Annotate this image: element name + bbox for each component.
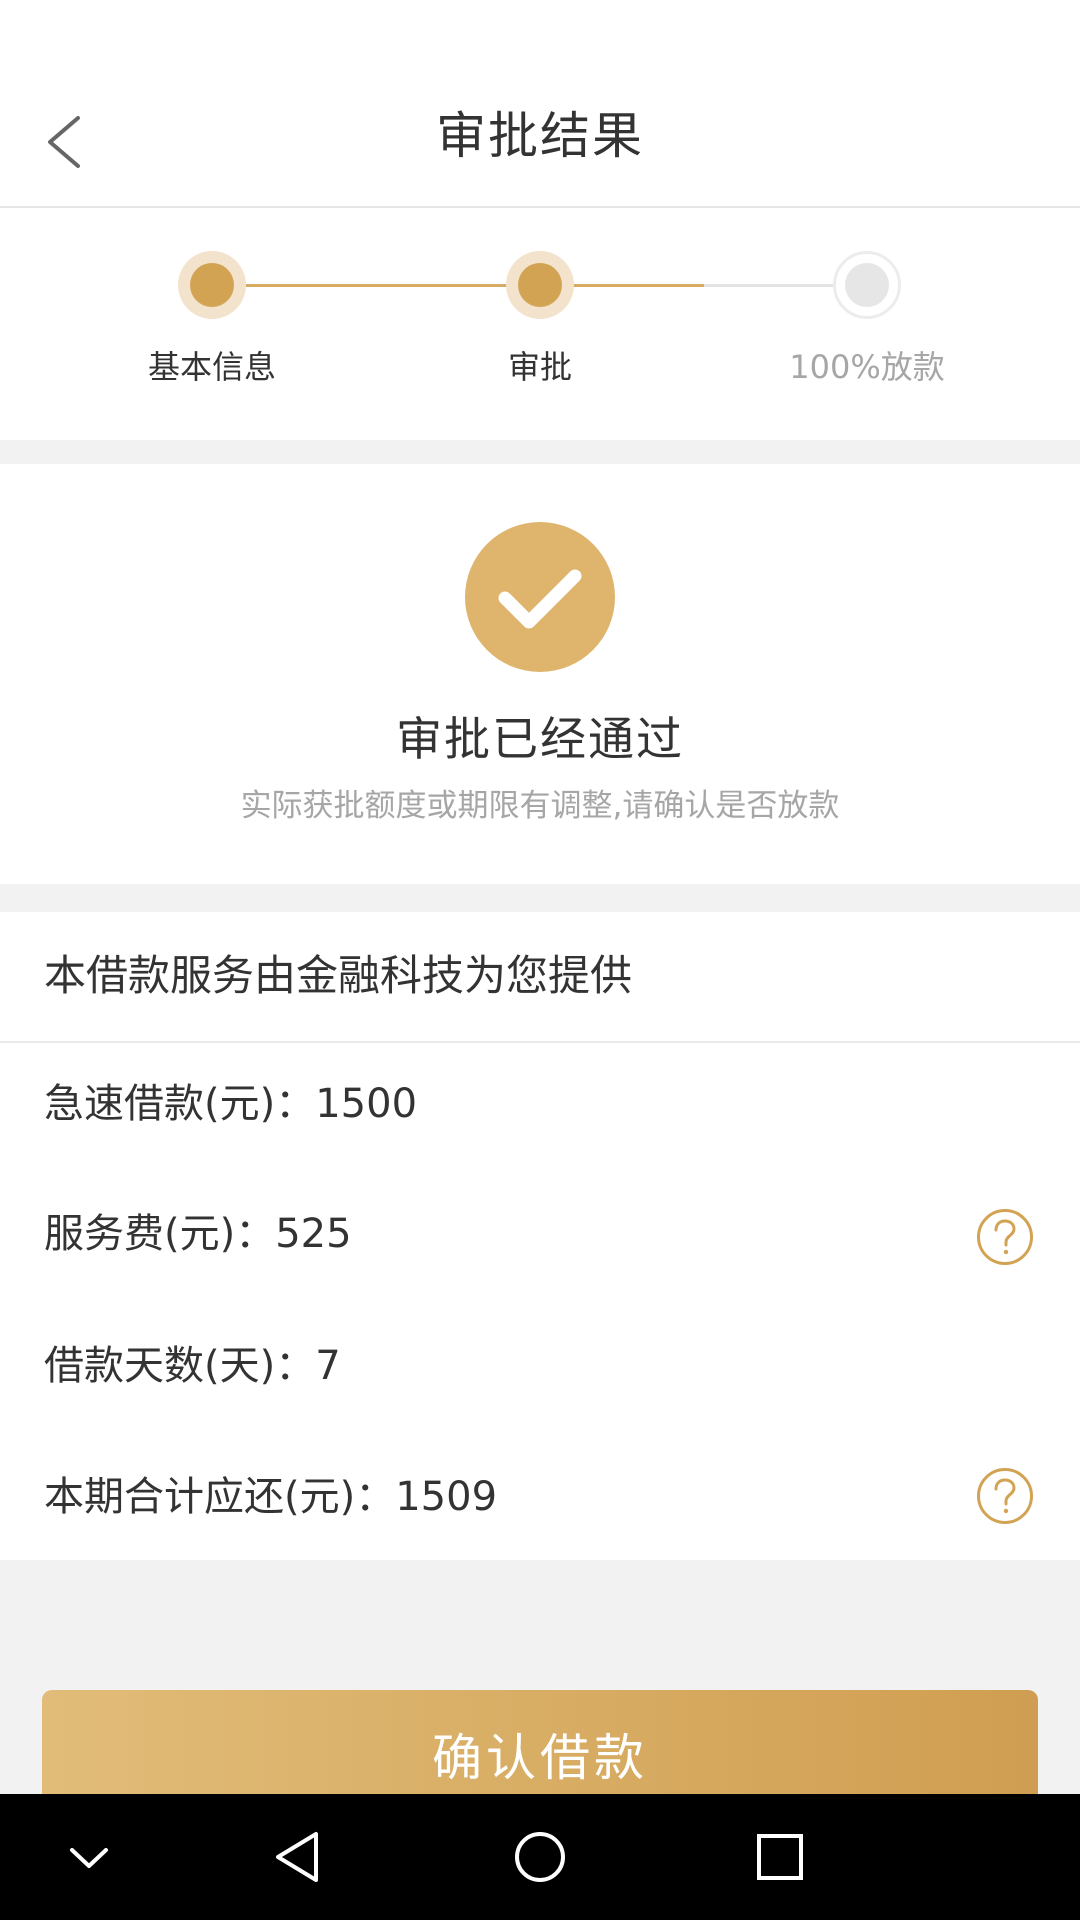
info-row-service-fee: 服务费(元)：525 [44,1204,352,1264]
recents-square-icon [757,1834,803,1880]
info-label: 急速借款(元)： [44,1081,316,1127]
step-dot-basic-info [178,251,246,319]
result-subtitle: 实际获批额度或期限有调整,请确认是否放款 [240,788,840,824]
check-icon [498,569,582,629]
info-label: 服务费(元)： [44,1211,276,1257]
nav-back-button[interactable] [264,1822,334,1892]
step-connector-2 [572,284,704,287]
chevron-down-icon [70,1848,108,1868]
header: 审批结果 [0,0,1080,208]
step-dot-disbursement [833,251,901,319]
question-circle-icon [977,1468,1033,1524]
info-label: 本期合计应还(元)： [44,1474,396,1520]
loan-info-section: 本借款服务由金融科技为您提供 急速借款(元)：1500 服务费(元)：525 借… [0,912,1080,1560]
info-row-loan-days: 借款天数(天)：7 [44,1336,341,1396]
step-label-approval: 审批 [507,348,572,386]
result-title: 审批已经通过 [396,712,684,766]
info-value: 1500 [315,1081,418,1127]
approval-result-page: 审批结果 基本信息 审批 100%放款 审批已经通过 实际获批额度或期限有调整,… [0,0,1080,1920]
info-row-total-due: 本期合计应还(元)：1509 [44,1467,497,1527]
step-dot-approval [506,251,574,319]
service-fee-help-button[interactable] [976,1208,1034,1266]
step-label-basic-info: 基本信息 [147,348,276,386]
question-circle-icon [977,1209,1033,1265]
home-circle-icon [515,1832,565,1882]
nav-hide-button[interactable] [54,1822,124,1892]
nav-recents-button[interactable] [745,1822,815,1892]
back-triangle-icon [276,1832,318,1882]
confirm-loan-button[interactable]: 确认借款 [42,1690,1038,1810]
step-connector-2-pending [704,284,836,287]
success-badge [465,522,615,672]
system-nav-bar [0,1794,1080,1920]
info-value: 525 [275,1211,352,1257]
info-label: 借款天数(天)： [44,1343,316,1389]
result-card: 审批已经通过 实际获批额度或期限有调整,请确认是否放款 [0,464,1080,884]
info-row-quick-loan: 急速借款(元)：1500 [44,1074,417,1134]
provider-text: 本借款服务由金融科技为您提供 [44,951,633,1000]
info-value: 7 [315,1343,341,1389]
nav-home-button[interactable] [505,1822,575,1892]
total-due-help-button[interactable] [976,1467,1034,1525]
divider [0,1041,1080,1043]
step-connector-1 [246,284,508,287]
step-label-disbursement: 100%放款 [789,348,945,386]
page-title: 审批结果 [436,107,644,165]
info-value: 1509 [395,1474,498,1520]
progress-steps: 基本信息 审批 100%放款 [0,208,1080,440]
